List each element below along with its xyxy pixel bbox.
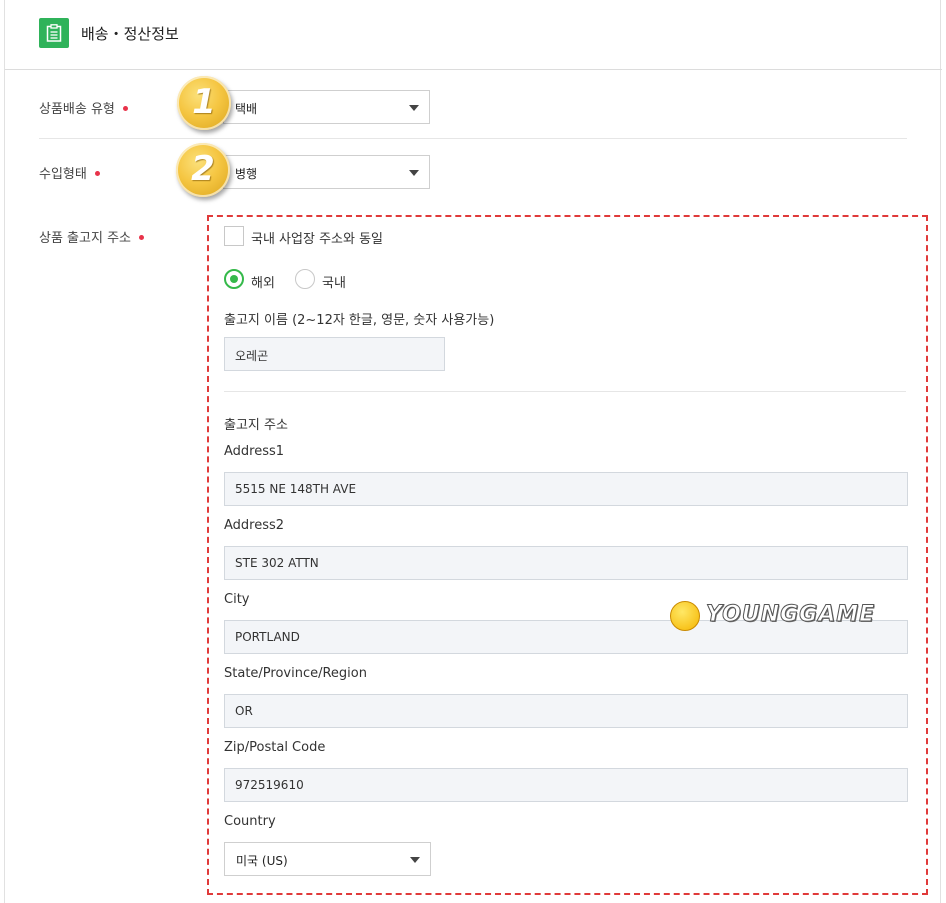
zip-label: Zip/Postal Code bbox=[224, 740, 326, 755]
city-value: PORTLAND bbox=[235, 630, 300, 644]
warehouse-name-value: 오레곤 bbox=[235, 349, 269, 363]
country-value: 미국 (US) bbox=[236, 854, 288, 868]
warehouse-address-label-text: 상품 출고지 주소 bbox=[39, 231, 131, 246]
divider bbox=[39, 138, 907, 139]
step-badge-1: 1 bbox=[177, 76, 231, 130]
warehouse-name-input[interactable]: 오레곤 bbox=[224, 337, 445, 371]
zip-input[interactable]: 972519610 bbox=[224, 768, 908, 802]
import-type-value: 병행 bbox=[235, 167, 258, 181]
radio-domestic-label: 국내 bbox=[322, 276, 346, 291]
address2-input[interactable]: STE 302 ATTN bbox=[224, 546, 908, 580]
address-section-label: 출고지 주소 bbox=[224, 418, 288, 433]
radio-overseas[interactable] bbox=[224, 269, 244, 289]
state-label: State/Province/Region bbox=[224, 666, 367, 681]
same-as-domestic-checkbox[interactable] bbox=[224, 226, 244, 246]
section-title: 배송・정산정보 bbox=[81, 25, 179, 43]
chevron-down-icon bbox=[409, 170, 419, 176]
zip-value: 972519610 bbox=[235, 778, 304, 792]
chevron-down-icon bbox=[410, 857, 420, 863]
radio-overseas-label: 해외 bbox=[251, 276, 275, 291]
delivery-type-select[interactable]: 택배 bbox=[223, 90, 430, 124]
address1-input[interactable]: 5515 NE 148TH AVE bbox=[224, 472, 908, 506]
required-dot-icon bbox=[94, 171, 100, 176]
watermark-logo: YOUNGGAME bbox=[668, 598, 913, 634]
delivery-type-label-text: 상품배송 유형 bbox=[39, 102, 115, 117]
import-type-label-text: 수입형태 bbox=[39, 167, 87, 182]
required-dot-icon bbox=[139, 235, 144, 240]
delivery-type-label: 상품배송 유형 bbox=[39, 98, 128, 117]
shipping-settlement-panel: 배송・정산정보 상품배송 유형 택배 1 수입형태 병행 2 상품 출고지 주소… bbox=[4, 0, 942, 903]
warehouse-name-label: 출고지 이름 (2~12자 한글, 영문, 숫자 사용가능) bbox=[224, 313, 495, 328]
state-value: OR bbox=[235, 704, 253, 718]
address2-label: Address2 bbox=[224, 518, 285, 533]
chevron-down-icon bbox=[409, 105, 419, 111]
step-badge-2: 2 bbox=[176, 143, 230, 197]
clipboard-icon bbox=[39, 18, 69, 48]
divider bbox=[224, 391, 906, 392]
state-input[interactable]: OR bbox=[224, 694, 908, 728]
country-select[interactable]: 미국 (US) bbox=[224, 842, 431, 876]
watermark-text: YOUNGGAME bbox=[705, 602, 876, 628]
required-dot-icon bbox=[122, 106, 128, 111]
radio-domestic[interactable] bbox=[295, 269, 315, 289]
city-label: City bbox=[224, 592, 250, 607]
address1-value: 5515 NE 148TH AVE bbox=[235, 482, 357, 496]
import-type-select[interactable]: 병행 bbox=[223, 155, 430, 189]
country-label: Country bbox=[224, 814, 276, 829]
warehouse-address-label: 상품 출고지 주소 bbox=[39, 227, 144, 246]
import-type-label: 수입형태 bbox=[39, 163, 100, 182]
address1-label: Address1 bbox=[224, 444, 285, 459]
step-badge-2-number: 2 bbox=[191, 149, 215, 189]
section-header: 배송・정산정보 bbox=[5, 0, 942, 70]
same-as-domestic-label: 국내 사업장 주소와 동일 bbox=[251, 232, 383, 247]
smiley-face-icon bbox=[670, 601, 700, 631]
address2-value: STE 302 ATTN bbox=[235, 556, 319, 570]
step-badge-1-number: 1 bbox=[192, 82, 216, 122]
delivery-type-value: 택배 bbox=[235, 102, 258, 116]
